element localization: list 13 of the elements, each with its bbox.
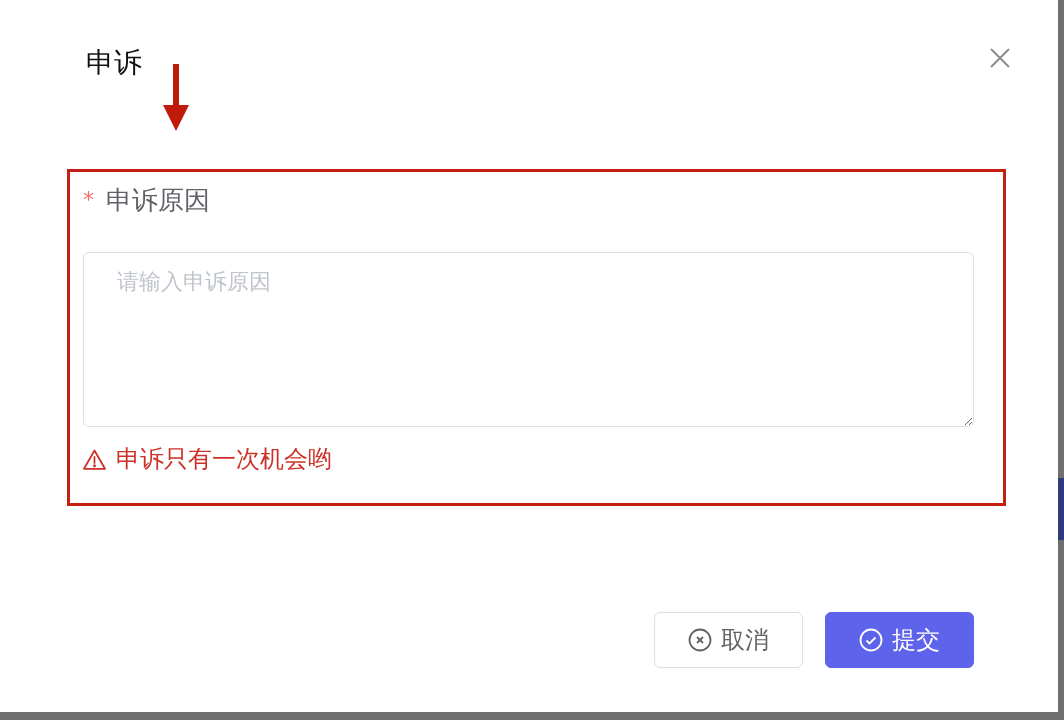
circle-x-icon [688, 628, 712, 652]
submit-button[interactable]: 提交 [825, 612, 974, 668]
background-panel [1058, 478, 1064, 540]
circle-check-icon [859, 628, 883, 652]
dialog-title: 申诉 [86, 49, 142, 77]
cancel-button[interactable]: 取消 [654, 612, 803, 668]
field-label: 申诉原因 [106, 185, 210, 215]
required-mark: * [83, 189, 94, 211]
reason-textarea[interactable]: 请输入申诉原因 [83, 252, 974, 427]
down-arrow-icon [163, 64, 189, 131]
warning-text: 申诉只有一次机会哟 [116, 446, 332, 472]
close-icon[interactable] [990, 48, 1010, 68]
warning-icon [83, 448, 106, 470]
